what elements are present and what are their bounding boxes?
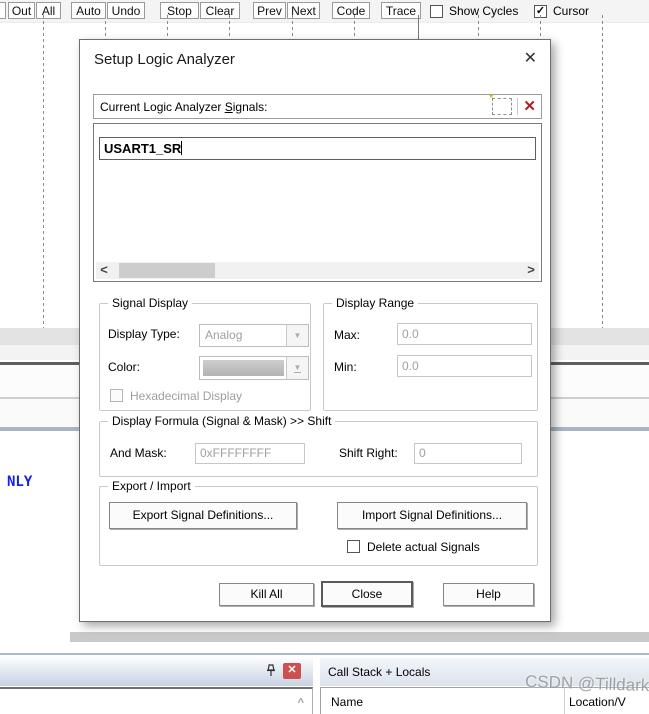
kill-all-button[interactable]: Kill All <box>219 583 314 606</box>
grid-line <box>43 15 44 328</box>
grid-line <box>354 15 355 39</box>
scroll-left-icon[interactable]: < <box>96 262 112 279</box>
chevron-down-underline-icon: ▼ <box>286 357 308 379</box>
min-label: Min: <box>334 360 357 374</box>
display-formula-group-label: Display Formula (Signal & Mask) >> Shift <box>108 414 336 428</box>
export-import-group-label: Export / Import <box>108 479 195 493</box>
watermark: CSDN @Tilldark <box>524 671 649 696</box>
panel-content: ^ <box>0 687 313 714</box>
icon-separator <box>517 98 519 115</box>
grid-line <box>540 15 541 39</box>
and-mask-field: 0xFFFFFFFF <box>195 443 305 464</box>
horizontal-scrollbar[interactable]: < > <box>96 262 539 279</box>
and-mask-label: And Mask: <box>110 446 167 460</box>
color-dropdown: ▼ <box>199 356 309 380</box>
color-label: Color: <box>108 360 141 374</box>
grid-line <box>602 15 603 328</box>
shift-right-label: Shift Right: <box>339 446 398 460</box>
toolbar-button-undo[interactable]: Undo <box>107 2 145 19</box>
show-cycles-checkbox[interactable] <box>430 5 443 18</box>
location-column-header[interactable]: Location/V <box>569 695 626 709</box>
chevron-down-icon: ▼ <box>286 325 308 346</box>
import-signal-definitions-button[interactable]: Import Signal Definitions... <box>337 502 527 529</box>
signal-display-group: Signal Display Display Type: Analog ▼ Co… <box>99 296 311 411</box>
display-range-group: Display Range Max: 0.0 Min: 0.0 <box>323 296 538 411</box>
scroll-up-icon[interactable]: ^ <box>298 697 304 709</box>
max-label: Max: <box>334 328 361 342</box>
toolbar-button-out[interactable]: Out <box>8 2 35 19</box>
horizontal-scrollbar-thumb[interactable] <box>70 632 649 642</box>
display-type-label: Display Type: <box>108 327 180 341</box>
cursor-label: Cursor <box>553 4 590 18</box>
close-button[interactable]: Close <box>321 581 413 607</box>
screen: Out All Auto Undo Stop Clear Prev Next C… <box>0 0 649 714</box>
panel-caption-bar[interactable]: ✕ <box>0 658 313 686</box>
display-range-group-label: Display Range <box>332 296 419 310</box>
dialog-title: Setup Logic Analyzer <box>94 51 235 68</box>
signal-name-input[interactable]: USART1_SR <box>99 137 536 160</box>
toolbar-button-prev[interactable]: Prev <box>253 2 286 19</box>
background-code-text: NLY <box>7 474 33 490</box>
grid-line <box>167 15 168 39</box>
max-field: 0.0 <box>397 323 532 345</box>
scrollbar-thumb[interactable] <box>119 263 215 278</box>
shift-right-field: 0 <box>414 443 522 464</box>
panel-close-icon[interactable]: ✕ <box>283 663 301 679</box>
debug-toolbar: Out All Auto Undo Stop Clear Prev Next C… <box>0 0 649 23</box>
help-button[interactable]: Help <box>443 583 534 606</box>
signals-label: Current Logic Analyzer Signals: <box>100 100 268 114</box>
signals-toolbar: Current Logic Analyzer Signals: * ✕ <box>93 93 542 119</box>
signal-display-group-label: Signal Display <box>108 296 193 310</box>
setup-logic-analyzer-dialog: Setup Logic Analyzer ✕ Current Logic Ana… <box>79 39 551 622</box>
toolbar-button-trace[interactable]: Trace <box>381 2 421 19</box>
toolbar-button-all[interactable]: All <box>36 2 61 19</box>
hexadecimal-display-label: Hexadecimal Display <box>130 389 243 403</box>
toolbar-button-code[interactable]: Code <box>332 2 370 19</box>
scroll-right-icon[interactable]: > <box>523 262 539 279</box>
grid-line <box>105 15 106 39</box>
color-swatch <box>203 360 284 376</box>
toolbar-button-clear[interactable]: Clear <box>200 2 240 19</box>
text-caret <box>181 141 183 155</box>
hexadecimal-display-checkbox <box>110 389 123 402</box>
export-import-group: Export / Import Export Signal Definition… <box>99 479 538 566</box>
delete-signal-icon[interactable]: ✕ <box>523 99 536 114</box>
grid-line <box>478 15 479 39</box>
cursor-line <box>418 15 419 39</box>
dock-divider <box>0 653 649 655</box>
display-formula-group: Display Formula (Signal & Mask) >> Shift… <box>99 414 538 477</box>
close-icon[interactable]: ✕ <box>524 48 537 68</box>
min-field: 0.0 <box>397 355 532 377</box>
delete-actual-signals-label: Delete actual Signals <box>367 540 480 554</box>
toolbar-button-stop[interactable]: Stop <box>160 2 199 19</box>
delete-actual-signals-checkbox[interactable] <box>347 540 360 553</box>
signals-list[interactable]: USART1_SR < > <box>93 123 542 282</box>
name-column-header[interactable]: Name <box>331 695 363 709</box>
docked-panel: ✕ ^ <box>0 658 313 714</box>
grid-line <box>229 15 230 39</box>
display-type-dropdown: Analog ▼ <box>199 324 309 347</box>
new-signal-icon[interactable]: * <box>489 93 513 115</box>
toolbar-button-clipped[interactable] <box>0 2 6 19</box>
export-signal-definitions-button[interactable]: Export Signal Definitions... <box>109 502 297 529</box>
toolbar-button-auto[interactable]: Auto <box>71 2 106 19</box>
grid-line <box>292 15 293 39</box>
pin-icon[interactable] <box>265 664 277 682</box>
show-cycles-label: Show Cycles <box>449 4 519 18</box>
